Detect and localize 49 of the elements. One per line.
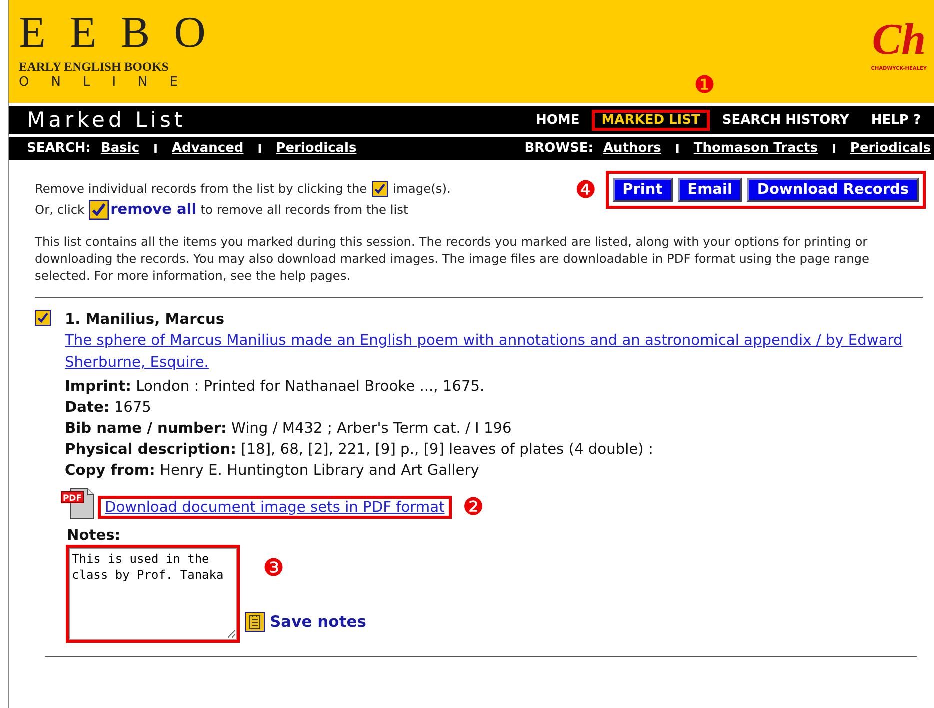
logo-subtitle: EARLY ENGLISH BOOKS: [19, 60, 170, 75]
logo-title: EEBO: [19, 12, 230, 54]
record-field: Date: 1675: [65, 399, 934, 416]
instruction-text: to remove all records from the list: [200, 203, 408, 217]
pdf-download-link[interactable]: Download document image sets in PDF format: [101, 498, 449, 516]
action-button[interactable]: Download Records: [747, 178, 919, 202]
nav-link[interactable]: HELP ?: [863, 112, 929, 128]
action-button[interactable]: Email: [678, 178, 742, 202]
nav-link[interactable]: Authors: [604, 141, 662, 156]
logo-tagline: ONLINE: [19, 75, 201, 90]
nav-link[interactable]: Periodicals: [276, 141, 357, 156]
separator: I: [152, 142, 159, 156]
separator: I: [256, 142, 264, 156]
nav-link[interactable]: Basic: [100, 141, 140, 156]
record-heading: 1. Manilius, Marcus: [65, 311, 226, 328]
nav-link[interactable]: SEARCH HISTORY: [714, 112, 858, 128]
checkbox-icon: [372, 181, 388, 197]
callout-number: ❶: [694, 72, 716, 98]
instruction-text: image(s).: [393, 182, 451, 196]
callout-number: ❷: [462, 493, 484, 521]
publisher-logo: Ch: [872, 18, 926, 62]
notes-label: Notes:: [67, 527, 122, 544]
record-field: Imprint: London : Printed for Nathanael Brooke ..., 1675.: [65, 378, 934, 395]
nav-link[interactable]: MARKED LIST: [594, 112, 708, 128]
separator: I: [674, 142, 681, 156]
notes-field[interactable]: This is used in the class by Prof. Tanaka: [69, 548, 237, 640]
separator: I: [830, 142, 838, 156]
title-link[interactable]: The sphere of Marcus Manilius made an English poem with annotations and an astronomical appendix / by Edward Sherburne, Esquire.: [65, 330, 934, 374]
bar-label: SEARCH:: [27, 141, 91, 156]
instruction-text: Remove individual records from the list by clicking the: [35, 182, 368, 196]
callout-number: ❸: [263, 554, 285, 582]
description-text: This list contains all the items you marked during this session. The records you marked are listed, along with your options for printing or downloading the records. You may also download marked images. The image files are downloadable in PDF format using the page range selected. For more information, see the help pages.: [35, 234, 871, 285]
action-button[interactable]: Print: [612, 178, 673, 202]
nav-link[interactable]: Periodicals: [850, 141, 931, 156]
nav-link[interactable]: HOME: [528, 112, 588, 128]
save-notes-button[interactable]: Save notes: [245, 612, 366, 632]
bar-label: BROWSE:: [524, 141, 594, 156]
nav-link[interactable]: Advanced: [172, 141, 244, 156]
checkbox[interactable]: [35, 310, 51, 326]
record-field: Copy from: Henry E. Huntington Library and Art Gallery: [65, 462, 934, 479]
nav-link[interactable]: Thomason Tracts: [694, 141, 818, 156]
record-field: Bib name / number: Wing / M432 ; Arber's Term cat. / I 196: [65, 420, 934, 437]
instruction-text: Or, click: [35, 203, 85, 217]
page-title: Marked List: [27, 108, 186, 132]
record-field: Physical description: [18], 68, [2], 221, [9] p., [9] leaves of plates (4 double) :: [65, 441, 934, 458]
remove-all-link[interactable]: remove all: [88, 200, 197, 220]
callout-number: ❹: [575, 176, 597, 204]
notepad-icon: [245, 612, 265, 632]
checkbox-icon: [88, 200, 109, 220]
